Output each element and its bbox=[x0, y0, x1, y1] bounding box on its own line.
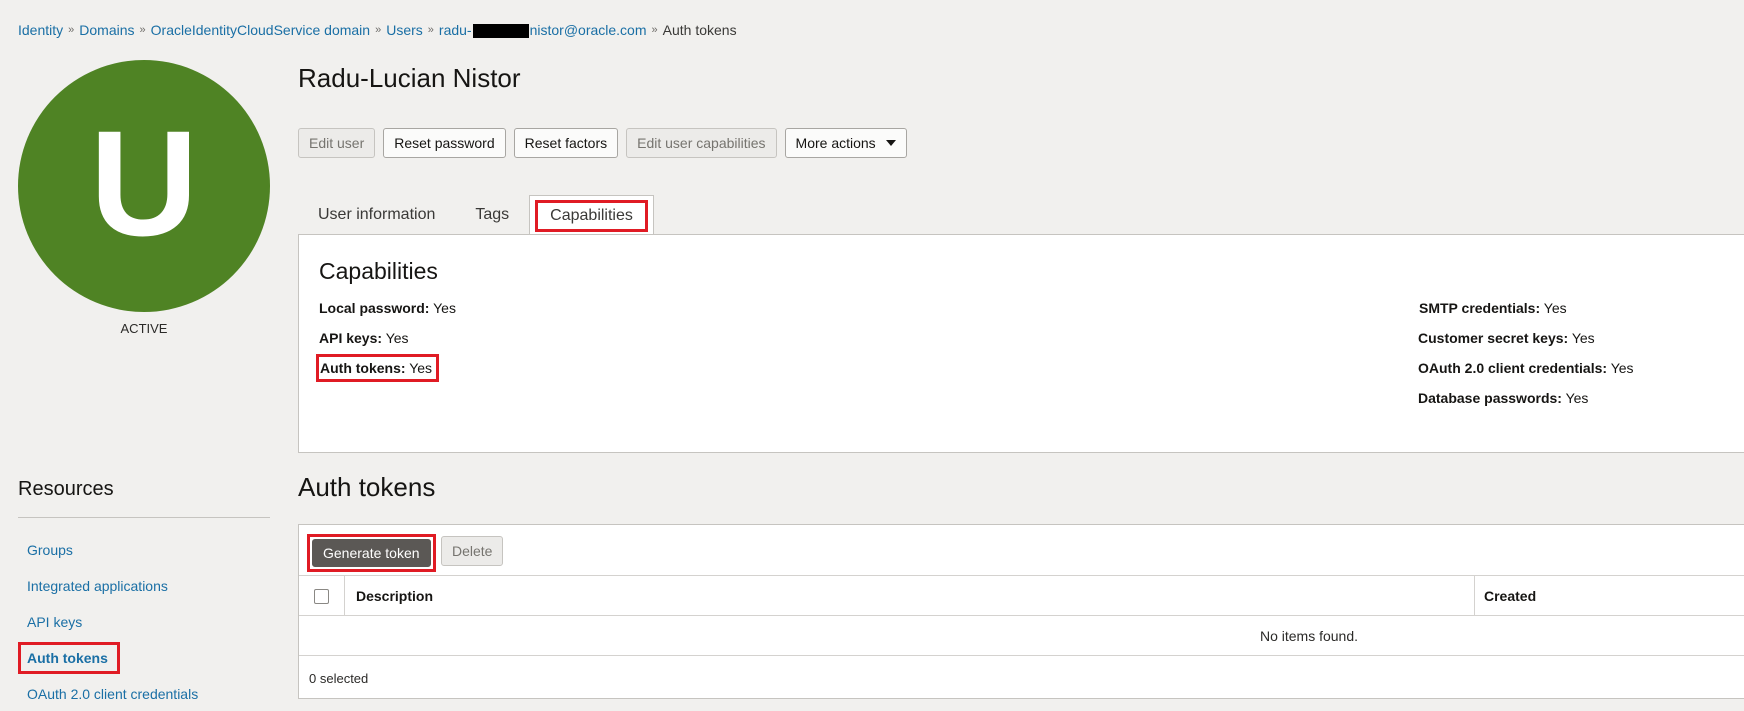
capability-database-passwords: Database passwords: Yes bbox=[1418, 390, 1588, 406]
more-actions-button[interactable]: More actions bbox=[784, 128, 907, 158]
breadcrumb-user[interactable]: radu-nistor@oracle.com bbox=[438, 22, 647, 39]
breadcrumb-separator-icon: » bbox=[651, 24, 658, 37]
breadcrumb: Identity » Domains » OracleIdentityCloud… bbox=[18, 22, 737, 39]
avatar: U bbox=[18, 60, 270, 312]
column-header-created[interactable]: Created bbox=[1484, 588, 1536, 604]
resources-title: Resources bbox=[18, 478, 114, 500]
tab-tags[interactable]: Tags bbox=[455, 195, 529, 235]
breadcrumb-domain[interactable]: OracleIdentityCloudService domain bbox=[151, 22, 370, 38]
tab-bar: User information Tags Capabilities bbox=[298, 195, 654, 236]
auth-tokens-table: Generate token Delete Description Create… bbox=[298, 524, 1744, 699]
capability-label: Local password: bbox=[319, 300, 430, 316]
capability-label: API keys: bbox=[319, 330, 383, 346]
avatar-letter: U bbox=[89, 99, 199, 267]
caret-down-icon bbox=[885, 140, 896, 146]
column-divider bbox=[1474, 576, 1475, 616]
breadcrumb-identity[interactable]: Identity bbox=[18, 22, 63, 38]
capability-value: Yes bbox=[1610, 360, 1634, 376]
capability-customer-secret-keys: Customer secret keys: Yes bbox=[1418, 330, 1595, 346]
capability-local-password: Local password: Yes bbox=[319, 300, 456, 316]
capability-label: OAuth 2.0 client credentials: bbox=[1418, 360, 1608, 376]
generate-token-button[interactable]: Generate token bbox=[312, 539, 431, 567]
select-all-checkbox[interactable] bbox=[314, 589, 329, 604]
capability-value: Yes bbox=[1565, 390, 1589, 406]
resource-link-api-keys[interactable]: API keys bbox=[27, 614, 82, 630]
breadcrumb-user-prefix: radu- bbox=[438, 22, 472, 38]
column-divider bbox=[344, 576, 345, 616]
resource-link-groups[interactable]: Groups bbox=[27, 542, 73, 558]
capability-value: Yes bbox=[409, 360, 433, 376]
breadcrumb-separator-icon: » bbox=[375, 24, 382, 37]
capability-oauth-client-credentials: OAuth 2.0 client credentials: Yes bbox=[1418, 360, 1634, 376]
capability-value: Yes bbox=[1543, 300, 1567, 316]
capability-smtp-credentials: SMTP credentials: Yes bbox=[1419, 300, 1567, 316]
selected-count: 0 selected bbox=[309, 671, 369, 686]
capabilities-title: Capabilities bbox=[319, 258, 438, 284]
page-title: Radu-Lucian Nistor bbox=[298, 63, 521, 93]
auth-tokens-title: Auth tokens bbox=[298, 472, 436, 502]
breadcrumb-domains[interactable]: Domains bbox=[79, 22, 134, 38]
action-toolbar: Edit user Reset password Reset factors E… bbox=[298, 128, 907, 158]
capability-value: Yes bbox=[433, 300, 456, 316]
capability-label: Customer secret keys: bbox=[1418, 330, 1569, 346]
tab-capabilities-label: Capabilities bbox=[535, 200, 648, 232]
highlight-box: Generate token bbox=[307, 534, 436, 572]
resource-link-auth-tokens[interactable]: Auth tokens bbox=[27, 650, 108, 666]
column-header-description[interactable]: Description bbox=[356, 588, 433, 604]
breadcrumb-separator-icon: » bbox=[68, 24, 75, 37]
edit-user-capabilities-button[interactable]: Edit user capabilities bbox=[626, 128, 777, 158]
capability-value: Yes bbox=[385, 330, 409, 346]
breadcrumb-separator-icon: » bbox=[427, 24, 434, 37]
resources-divider bbox=[18, 517, 270, 518]
reset-password-button[interactable]: Reset password bbox=[383, 128, 506, 158]
empty-row: No items found. bbox=[299, 616, 1744, 656]
capability-auth-tokens: Auth tokens: Yes bbox=[315, 354, 440, 382]
capability-label: Database passwords: bbox=[1418, 390, 1562, 406]
redaction-block bbox=[472, 24, 529, 39]
edit-user-button[interactable]: Edit user bbox=[298, 128, 376, 158]
capability-value: Yes bbox=[1571, 330, 1595, 346]
capabilities-panel: Capabilities Local password: Yes API key… bbox=[298, 234, 1744, 453]
capability-label: SMTP credentials: bbox=[1419, 300, 1541, 316]
reset-factors-button[interactable]: Reset factors bbox=[513, 128, 619, 158]
capability-api-keys: API keys: Yes bbox=[319, 330, 409, 346]
tab-user-information[interactable]: User information bbox=[298, 195, 455, 235]
breadcrumb-users[interactable]: Users bbox=[386, 22, 423, 38]
tab-capabilities[interactable]: Capabilities bbox=[529, 195, 654, 236]
breadcrumb-user-suffix: nistor@oracle.com bbox=[529, 22, 647, 38]
breadcrumb-separator-icon: » bbox=[139, 24, 146, 37]
resource-link-integrated-applications[interactable]: Integrated applications bbox=[27, 578, 168, 594]
delete-button[interactable]: Delete bbox=[441, 536, 504, 566]
capability-label: Auth tokens: bbox=[320, 360, 406, 376]
resource-link-oauth-client-credentials[interactable]: OAuth 2.0 client credentials bbox=[27, 686, 198, 702]
empty-message: No items found. bbox=[1259, 628, 1359, 644]
breadcrumb-current: Auth tokens bbox=[662, 22, 737, 39]
user-status: ACTIVE bbox=[120, 321, 168, 336]
table-header: Description Created bbox=[299, 575, 1744, 616]
more-actions-label: More actions bbox=[795, 135, 876, 151]
